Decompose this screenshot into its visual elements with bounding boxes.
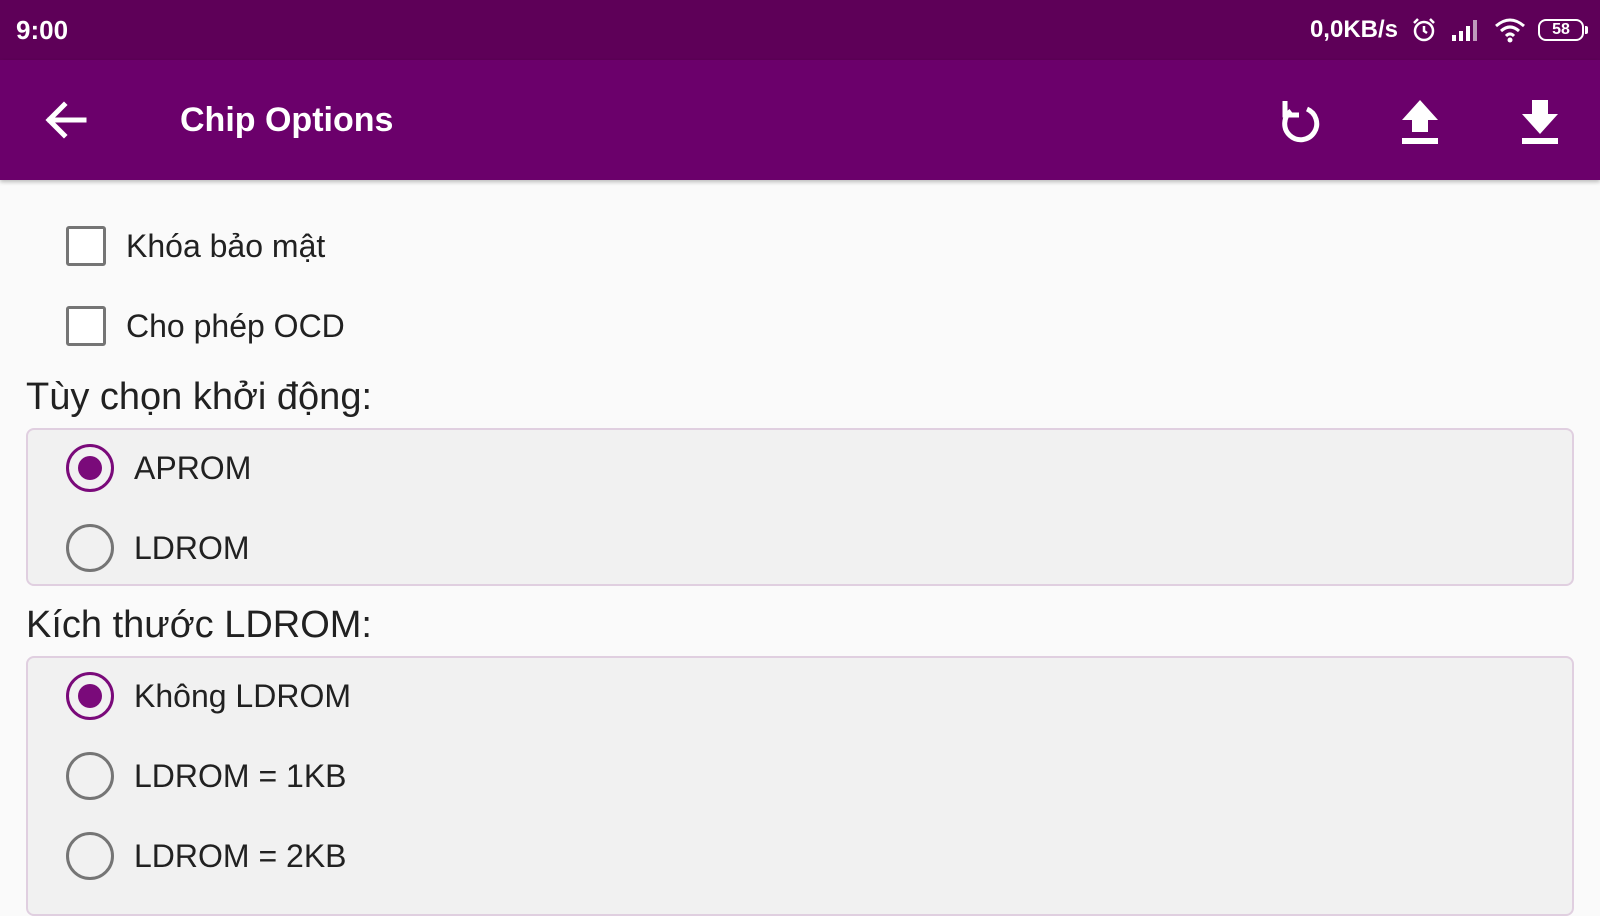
status-bar: 9:00 0,0KB/s 58 bbox=[0, 0, 1600, 60]
radio-no-ldrom[interactable]: Không LDROM bbox=[66, 666, 351, 726]
upload-icon[interactable] bbox=[1388, 90, 1452, 154]
radio-label: APROM bbox=[134, 449, 252, 486]
alarm-icon bbox=[1410, 16, 1438, 44]
arrow-back-icon[interactable] bbox=[36, 90, 96, 150]
page-title: Chip Options bbox=[180, 101, 394, 139]
checkbox-allow-ocd[interactable]: Cho phép OCD bbox=[66, 296, 345, 356]
radio-label: LDROM = 2KB bbox=[134, 837, 347, 874]
radio-ldrom-2kb[interactable]: LDROM = 2KB bbox=[66, 826, 347, 886]
ldrom-size-title: Kích thước LDROM: bbox=[26, 604, 372, 646]
radio-label: LDROM = 1KB bbox=[134, 757, 347, 794]
checkbox-security-lock[interactable]: Khóa bảo mật bbox=[66, 216, 325, 276]
download-icon[interactable] bbox=[1508, 90, 1572, 154]
radio-label: Không LDROM bbox=[134, 677, 351, 714]
radio-button[interactable] bbox=[66, 672, 114, 720]
checkbox[interactable] bbox=[66, 306, 106, 346]
app-bar: Chip Options bbox=[0, 60, 1600, 180]
radio-ldrom-1kb[interactable]: LDROM = 1KB bbox=[66, 746, 347, 806]
boot-options-title: Tùy chọn khởi động: bbox=[26, 376, 373, 418]
checkbox-label: Khóa bảo mật bbox=[126, 227, 326, 264]
chip-options-content: Khóa bảo mật Cho phép OCD Tùy chọn khởi … bbox=[0, 180, 1600, 916]
status-time: 9:00 bbox=[16, 14, 69, 45]
boot-options-group: APROM LDROM bbox=[26, 428, 1574, 586]
status-icons: 0,0KB/s 58 bbox=[1309, 16, 1588, 44]
radio-ldrom[interactable]: LDROM bbox=[66, 518, 250, 578]
ldrom-size-group: Không LDROM LDROM = 1KB LDROM = 2KB bbox=[26, 656, 1574, 916]
radio-button[interactable] bbox=[66, 832, 114, 880]
radio-button[interactable] bbox=[66, 444, 114, 492]
radio-button[interactable] bbox=[66, 752, 114, 800]
radio-aprom[interactable]: APROM bbox=[66, 438, 251, 498]
network-speed: 0,0KB/s bbox=[1309, 16, 1398, 43]
battery-icon: 58 bbox=[1538, 19, 1588, 41]
radio-label: LDROM bbox=[134, 529, 250, 566]
checkbox[interactable] bbox=[66, 226, 106, 266]
refresh-icon[interactable] bbox=[1269, 90, 1333, 154]
signal-icon bbox=[1450, 17, 1482, 43]
radio-button[interactable] bbox=[66, 524, 114, 572]
wifi-icon bbox=[1494, 17, 1526, 43]
checkbox-label: Cho phép OCD bbox=[126, 307, 345, 344]
